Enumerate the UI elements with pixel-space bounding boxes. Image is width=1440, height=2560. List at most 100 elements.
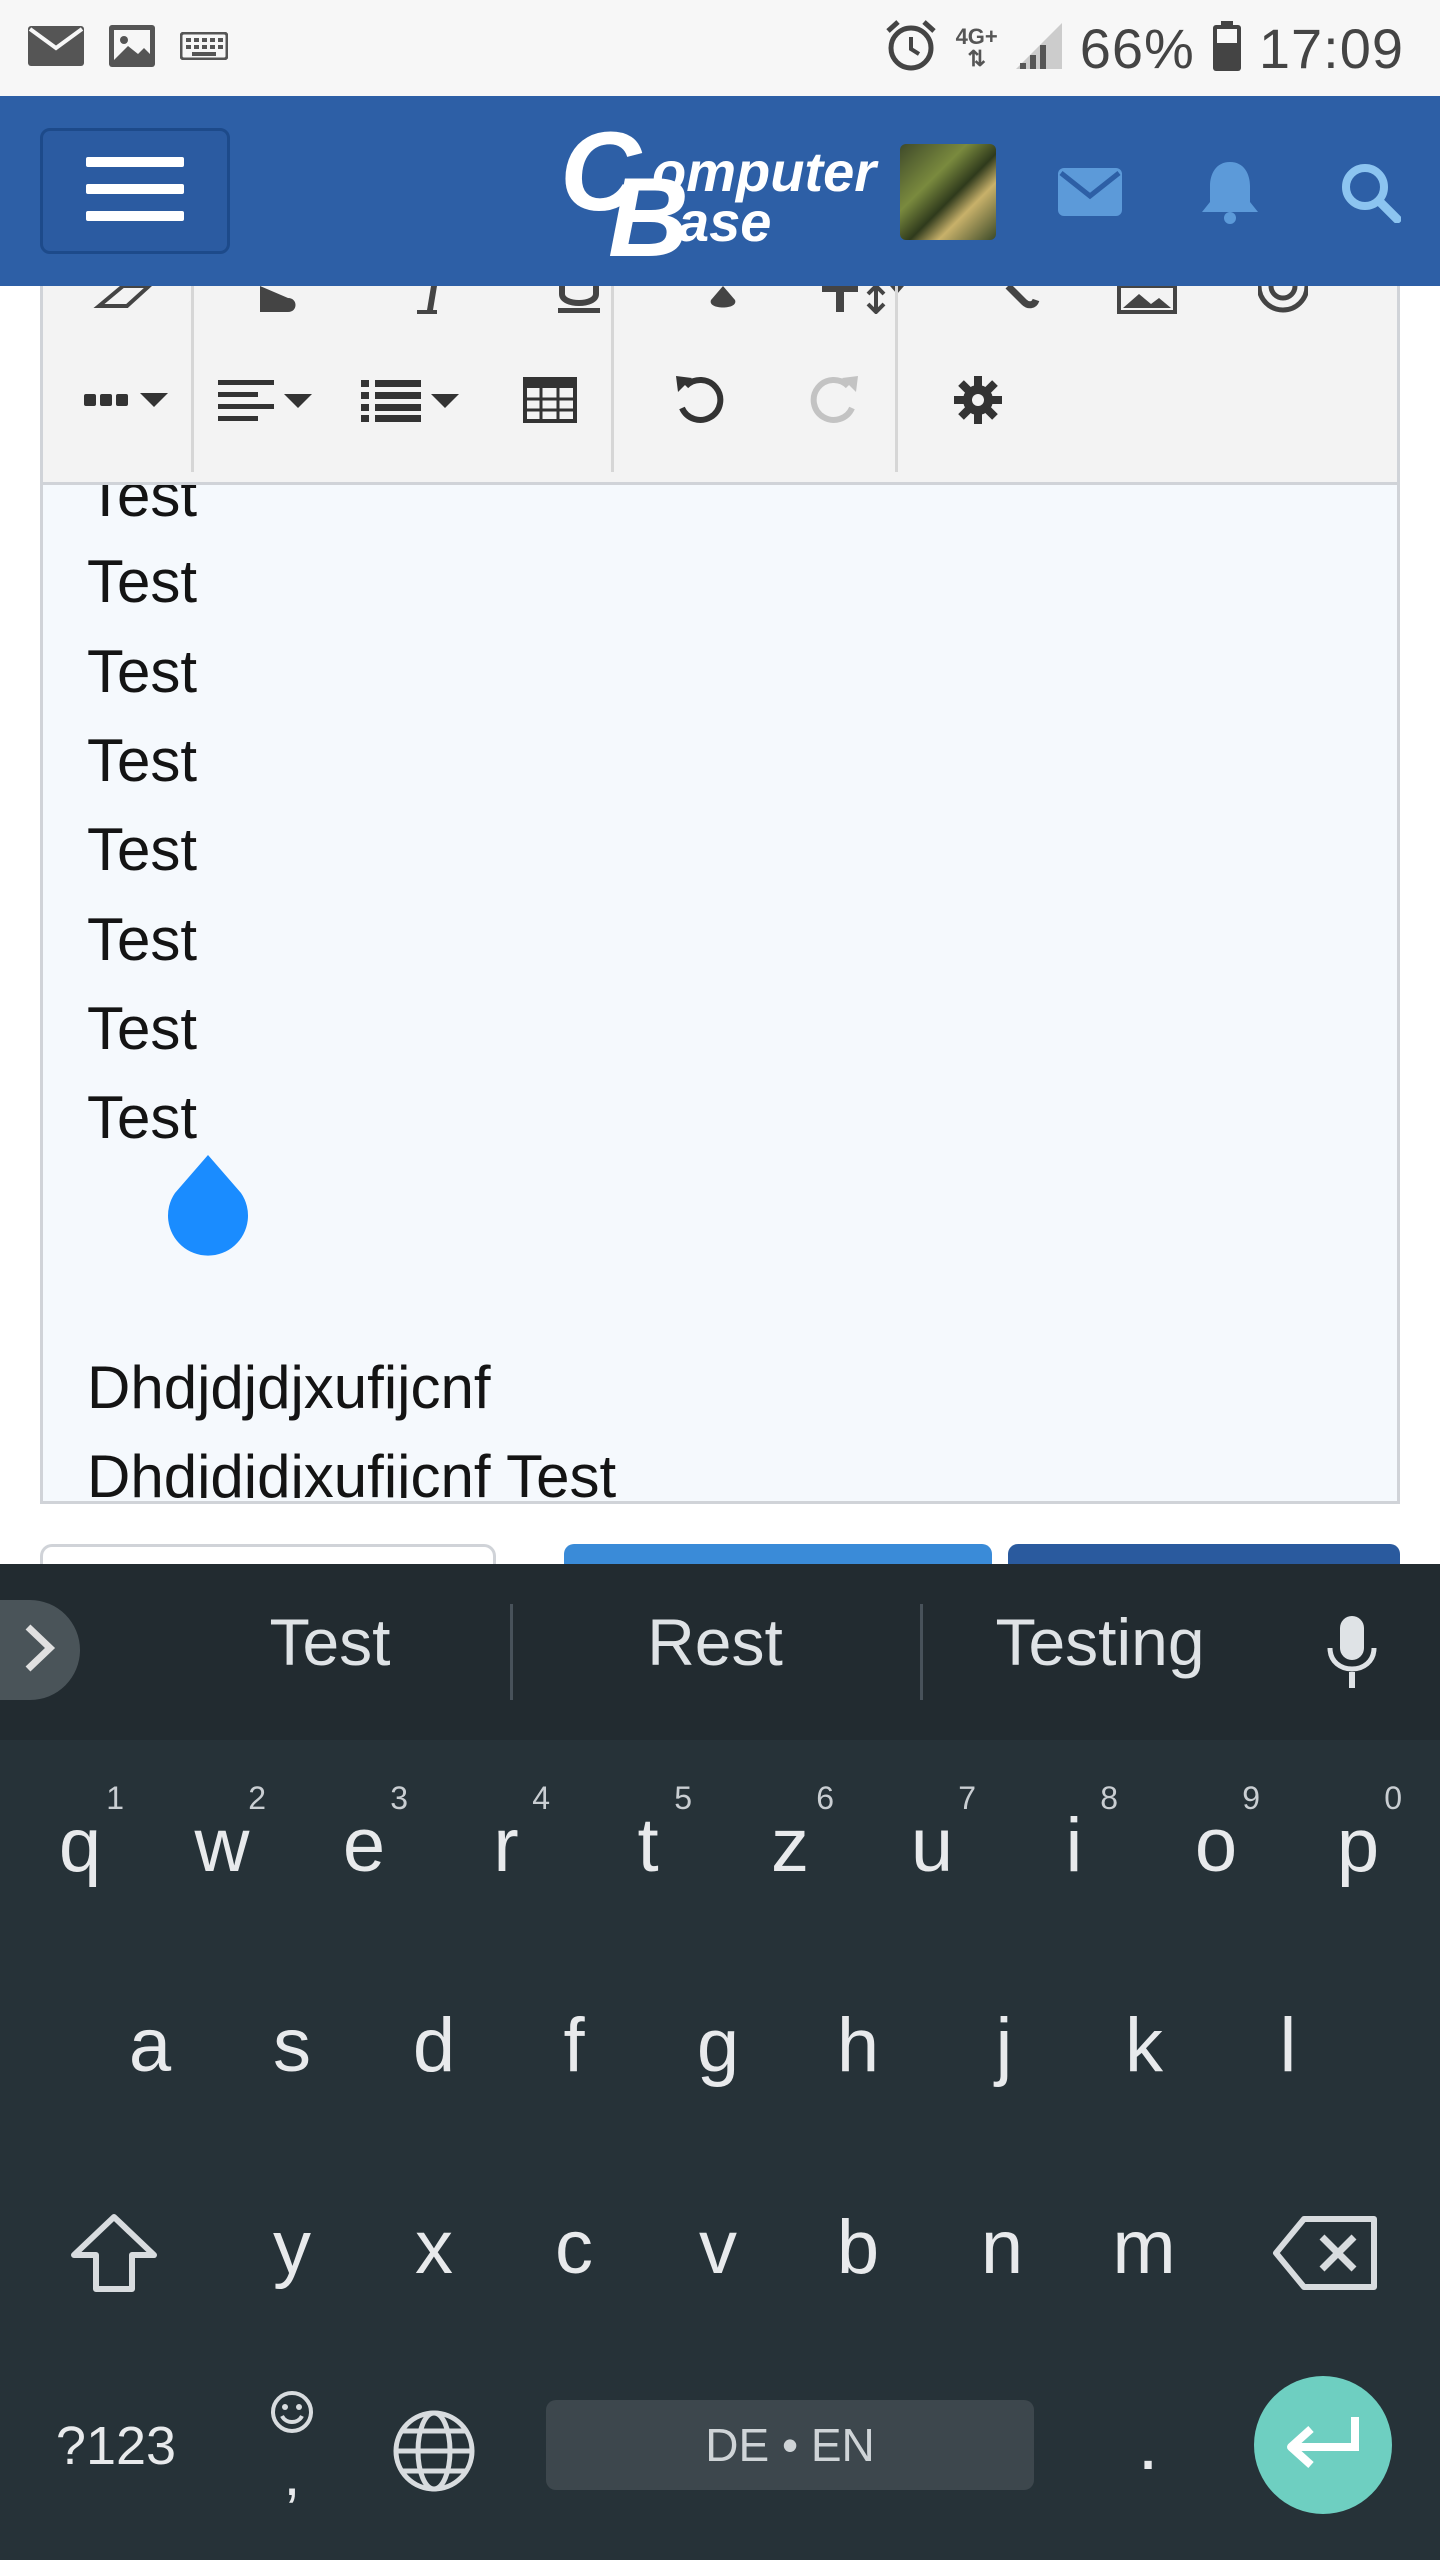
- key-r[interactable]: r4: [436, 1780, 576, 1906]
- status-bar: 4G+ ⇅ 66% 17:09: [0, 0, 1440, 96]
- computerbase-logo[interactable]: C omputer B ase: [560, 116, 880, 274]
- bell-icon[interactable]: [1190, 152, 1270, 232]
- soft-keyboard: Test Rest Testing q1 w2 e3 r4 t5 z6 u7 i…: [0, 1564, 1440, 2560]
- suggestion-2[interactable]: Rest: [570, 1604, 860, 1680]
- text-color-icon[interactable]: [683, 286, 763, 314]
- key-q[interactable]: q1: [10, 1780, 150, 1906]
- key-k[interactable]: k: [1074, 1986, 1214, 2106]
- settings-button[interactable]: [933, 362, 1023, 442]
- text-line: Test: [87, 727, 198, 794]
- smiley-icon: [222, 2380, 362, 2440]
- undo-button[interactable]: [655, 362, 745, 442]
- font-size-icon[interactable]: [813, 286, 913, 314]
- text-line: Dhdjdjdjxufijcnf Test: [87, 1443, 617, 1498]
- network-type: 4G+ ⇅: [955, 24, 998, 71]
- list-button[interactable]: [353, 362, 473, 442]
- battery-percent: 66%: [1079, 16, 1195, 80]
- key-p[interactable]: p0: [1288, 1780, 1428, 1906]
- text-line: Test: [87, 548, 198, 615]
- redo-button[interactable]: [789, 362, 879, 442]
- key-t[interactable]: t5: [578, 1780, 718, 1906]
- key-g[interactable]: g: [648, 1986, 788, 2106]
- globe-icon: [392, 2403, 476, 2492]
- signal-icon: [1015, 22, 1062, 74]
- key-f[interactable]: f: [504, 1986, 644, 2106]
- shift-icon: [66, 2205, 162, 2292]
- key-i[interactable]: i8: [1004, 1780, 1144, 1906]
- shift-key[interactable]: [44, 2188, 184, 2308]
- submit-button[interactable]: [1008, 1544, 1400, 1564]
- backspace-key[interactable]: [1252, 2188, 1398, 2308]
- key-s[interactable]: s: [222, 1986, 362, 2106]
- menu-button[interactable]: [40, 128, 230, 254]
- key-y[interactable]: y: [222, 2188, 362, 2308]
- more-dots-icon: [76, 385, 176, 420]
- secondary-button[interactable]: [40, 1544, 496, 1564]
- space-key[interactable]: DE • EN: [546, 2400, 1034, 2490]
- battery-icon: [1212, 20, 1241, 76]
- text-line: Test: [87, 816, 198, 883]
- link-icon[interactable]: [983, 286, 1063, 314]
- app-header: C omputer B ase: [0, 96, 1440, 286]
- mail-notification-icon: [28, 25, 84, 71]
- key-m[interactable]: m: [1074, 2188, 1214, 2308]
- key-n[interactable]: n: [932, 2188, 1072, 2308]
- key-h[interactable]: h: [788, 1986, 928, 2106]
- image-icon[interactable]: [1107, 286, 1187, 314]
- key-l[interactable]: l: [1218, 1986, 1358, 2106]
- cursor-handle[interactable]: [163, 1153, 253, 1268]
- bold-icon[interactable]: [239, 286, 319, 314]
- rich-text-editor: Test Test Test Test Test Test Test Test …: [40, 286, 1400, 1504]
- clock: 17:09: [1258, 16, 1404, 80]
- language-key[interactable]: [364, 2386, 504, 2506]
- media-icon[interactable]: [1243, 286, 1323, 314]
- suggestion-bar: Test Rest Testing: [0, 1564, 1440, 1740]
- key-j[interactable]: j: [934, 1986, 1074, 2106]
- microphone-icon[interactable]: [1324, 1614, 1380, 1699]
- suggestion-separator: [510, 1604, 513, 1700]
- key-d[interactable]: d: [364, 1986, 504, 2106]
- align-button[interactable]: [213, 362, 323, 442]
- search-icon[interactable]: [1330, 152, 1410, 232]
- user-avatar[interactable]: [900, 144, 996, 240]
- keyboard-notification-icon: [179, 31, 229, 65]
- backspace-icon: [1270, 2205, 1380, 2290]
- suggestion-separator: [920, 1604, 923, 1700]
- preview-button[interactable]: [564, 1544, 992, 1564]
- key-x[interactable]: x: [364, 2188, 504, 2308]
- period-key[interactable]: .: [1078, 2364, 1218, 2524]
- key-a[interactable]: a: [80, 1986, 220, 2106]
- italic-icon[interactable]: [393, 286, 473, 314]
- hamburger-icon: [86, 156, 184, 226]
- key-o[interactable]: o9: [1146, 1780, 1286, 1906]
- symbols-key[interactable]: ?123: [36, 2386, 196, 2506]
- text-line: Dhdjdjdjxufijcnf: [87, 1354, 491, 1421]
- enter-key[interactable]: [1254, 2376, 1392, 2514]
- list-icon: [361, 378, 465, 427]
- align-left-icon: [218, 378, 318, 427]
- undo-icon: [672, 372, 728, 433]
- underline-icon[interactable]: [539, 286, 619, 314]
- key-b[interactable]: b: [788, 2188, 928, 2308]
- key-z[interactable]: z6: [720, 1780, 860, 1906]
- emoji-comma-key[interactable]: ,: [222, 2380, 362, 2520]
- more-options-button[interactable]: [71, 362, 181, 442]
- editor-content[interactable]: Test Test Test Test Test Test Test Test …: [43, 485, 1397, 1498]
- messages-icon[interactable]: [1050, 152, 1130, 232]
- text-line: Test: [87, 485, 198, 529]
- text-line: Test: [87, 995, 198, 1062]
- text-line: Test: [87, 638, 198, 705]
- expand-toolbar-button[interactable]: [0, 1600, 80, 1700]
- suggestion-3[interactable]: Testing: [960, 1604, 1240, 1680]
- suggestion-1[interactable]: Test: [190, 1604, 470, 1680]
- key-e[interactable]: e3: [294, 1780, 434, 1906]
- alarm-icon: [884, 19, 938, 78]
- key-u[interactable]: u7: [862, 1780, 1002, 1906]
- enter-arrow-icon: [1283, 2413, 1363, 2478]
- key-w[interactable]: w2: [152, 1780, 292, 1906]
- key-c[interactable]: c: [504, 2188, 644, 2308]
- toolbar-separator: [191, 286, 194, 472]
- eraser-icon[interactable]: [83, 286, 163, 310]
- table-button[interactable]: [505, 362, 595, 442]
- key-v[interactable]: v: [648, 2188, 788, 2308]
